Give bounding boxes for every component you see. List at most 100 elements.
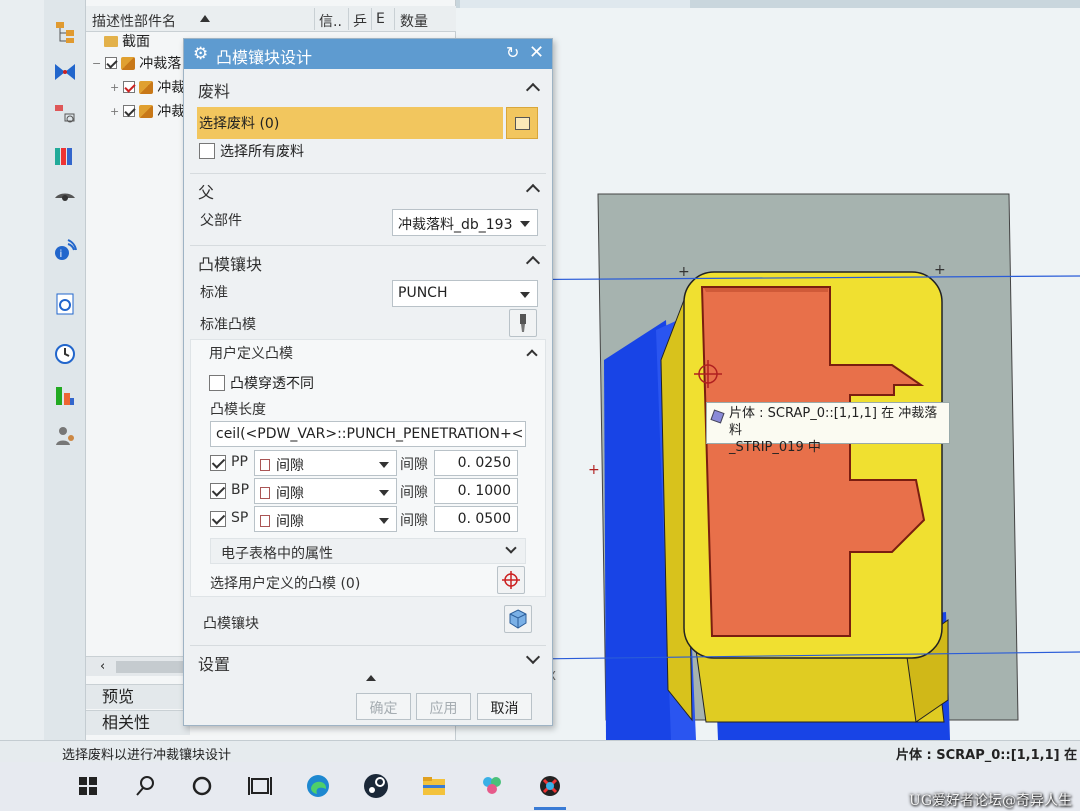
close-icon[interactable]: ✕ — [529, 42, 544, 63]
pp-value-field[interactable]: 0. 0250 — [434, 450, 518, 476]
tree-node-child[interactable]: + 冲裁 — [110, 100, 185, 122]
collapse-icon[interactable] — [525, 82, 541, 98]
sp-checkbox[interactable] — [210, 511, 226, 527]
windows-taskbar: UG爱好者论坛@奇异人生 — [0, 762, 1080, 811]
variable-type-select[interactable]: 间隙 — [254, 506, 397, 532]
variable-label: 间隙 — [400, 457, 428, 473]
parent-group-header[interactable]: 父 — [190, 173, 546, 203]
roles-icon[interactable] — [53, 424, 77, 448]
cortana-icon[interactable] — [186, 770, 218, 802]
select-value: 间隙 — [276, 514, 304, 530]
crosshair-icon — [502, 571, 520, 589]
penetrate-diff-checkbox[interactable] — [209, 375, 225, 391]
steam-icon[interactable] — [360, 770, 392, 802]
variable-type-select[interactable]: 间隙 — [254, 478, 397, 504]
crosshair-marker: + — [588, 462, 600, 478]
forum-watermark: UG爱好者论坛@奇异人生 — [909, 793, 1072, 809]
assembly-navigator-icon[interactable] — [53, 20, 77, 44]
punch-insert-button[interactable] — [504, 605, 532, 633]
bp-checkbox[interactable] — [210, 483, 226, 499]
sort-ascending-icon[interactable] — [200, 15, 210, 22]
expand-icon[interactable]: + — [110, 105, 119, 118]
punch-length-expression-field[interactable]: ceil(<PDW_VAR>::PUNCH_PENETRATION+< — [210, 421, 526, 447]
column-descriptive-part-name[interactable]: 描述性部件名 — [92, 11, 176, 31]
expand-icon[interactable] — [505, 542, 517, 554]
gear-icon[interactable]: ⚙ — [193, 44, 208, 64]
part-navigator-icon[interactable] — [53, 102, 77, 126]
standard-select[interactable]: PUNCH — [392, 280, 538, 307]
windows-start-icon[interactable] — [72, 770, 104, 802]
variable-name: SP — [231, 510, 249, 526]
dependencies-section[interactable]: 相关性 — [86, 710, 190, 735]
select-all-scrap-option[interactable]: 选择所有废料 — [199, 141, 304, 161]
app-launcher-icon[interactable] — [476, 770, 508, 802]
penetrate-diff-option[interactable]: 凸模穿透不同 — [209, 373, 314, 393]
view-visibility-icon[interactable] — [53, 186, 77, 210]
punch-insert-design-dialog: ⚙ 凸模镶块设计 ↻ ✕ 废料 选择废料 (0) 选择所有废料 父 父部件 冲裁… — [183, 38, 553, 726]
punch-insert-group-header[interactable]: 凸模镶块 — [190, 245, 546, 275]
status-prompt: 选择废料以进行冲裁镶块设计 — [62, 748, 232, 763]
expand-icon[interactable] — [525, 649, 541, 665]
history-clock-icon[interactable] — [53, 342, 77, 366]
collapse-icon[interactable] — [525, 183, 541, 199]
constraint-navigator-icon[interactable] — [53, 60, 77, 84]
horizontal-scrollbar[interactable]: ‹ — [86, 656, 190, 676]
column-quantity[interactable]: 数量 — [400, 11, 428, 31]
cancel-button[interactable]: 取消 — [477, 693, 532, 720]
taskbar-active-indicator — [534, 807, 566, 810]
variable-name: PP — [231, 454, 248, 470]
chevron-down-icon — [379, 518, 389, 524]
select-value: 冲裁落料_db_193 — [398, 217, 513, 233]
column-modified[interactable]: E — [376, 11, 385, 27]
bp-value-field[interactable]: 0. 1000 — [434, 478, 518, 504]
expand-icon[interactable]: + — [110, 81, 119, 94]
ok-button[interactable]: 确定 — [356, 693, 411, 720]
preview-section[interactable]: 预览 — [86, 684, 190, 709]
search-icon[interactable] — [130, 770, 162, 802]
dialog-title-bar[interactable]: ⚙ 凸模镶块设计 ↻ ✕ — [184, 39, 552, 69]
select-value: PUNCH — [398, 285, 448, 301]
more-options-icon[interactable] — [366, 675, 376, 681]
sheet-body-icon — [710, 409, 725, 424]
file-explorer-icon[interactable] — [418, 770, 450, 802]
web-browser-icon[interactable] — [53, 292, 77, 316]
user-defined-punch-header[interactable]: 用户定义凸模 — [190, 339, 546, 367]
scroll-left-icon[interactable]: ‹ — [100, 659, 105, 674]
select-user-punch-button[interactable] — [497, 566, 525, 594]
collapse-icon[interactable] — [526, 349, 538, 361]
tree-node-child[interactable]: + 冲裁 — [110, 76, 185, 98]
select-all-scrap-checkbox[interactable] — [199, 143, 215, 159]
tree-node-root[interactable]: − 冲裁落 — [92, 52, 181, 74]
folder-icon — [104, 35, 118, 47]
task-view-icon[interactable] — [244, 770, 276, 802]
collapse-icon[interactable]: − — [92, 57, 101, 70]
edge-browser-icon[interactable] — [302, 770, 334, 802]
collapse-icon[interactable] — [525, 255, 541, 271]
sp-value-field[interactable]: 0. 0500 — [434, 506, 518, 532]
parent-part-select[interactable]: 冲裁落料_db_193 — [392, 209, 538, 236]
assembly-icon — [139, 104, 154, 118]
tree-node-sections[interactable]: 截面 — [104, 30, 150, 52]
tooltip-line-2: _STRIP_019 中 — [729, 440, 821, 455]
pp-checkbox[interactable] — [210, 455, 226, 471]
select-scrap-button[interactable] — [506, 107, 538, 139]
variable-type-select[interactable]: 间隙 — [254, 450, 397, 476]
scrollbar-thumb[interactable] — [116, 661, 186, 673]
visibility-checkbox[interactable] — [123, 81, 136, 93]
scrap-group-header[interactable]: 废料 — [190, 73, 546, 103]
info-wireless-icon[interactable]: i — [53, 238, 77, 262]
reset-icon[interactable]: ↻ — [506, 43, 519, 62]
column-separator — [314, 8, 315, 30]
reuse-library-icon[interactable] — [53, 144, 77, 168]
standard-punch-button[interactable] — [509, 309, 537, 337]
column-read-only[interactable]: 乒 — [353, 11, 367, 31]
visibility-checkbox[interactable] — [123, 105, 136, 117]
settings-group-header[interactable]: 设置 — [190, 645, 546, 674]
spreadsheet-attributes-header[interactable]: 电子表格中的属性 — [210, 538, 526, 564]
select-scrap-row[interactable]: 选择废料 (0) — [197, 107, 503, 139]
column-info[interactable]: 信.. — [319, 11, 342, 31]
visibility-checkbox[interactable] — [105, 57, 118, 69]
process-studio-icon[interactable] — [53, 384, 77, 408]
siemens-nx-icon[interactable] — [534, 770, 566, 802]
apply-button[interactable]: 应用 — [416, 693, 471, 720]
